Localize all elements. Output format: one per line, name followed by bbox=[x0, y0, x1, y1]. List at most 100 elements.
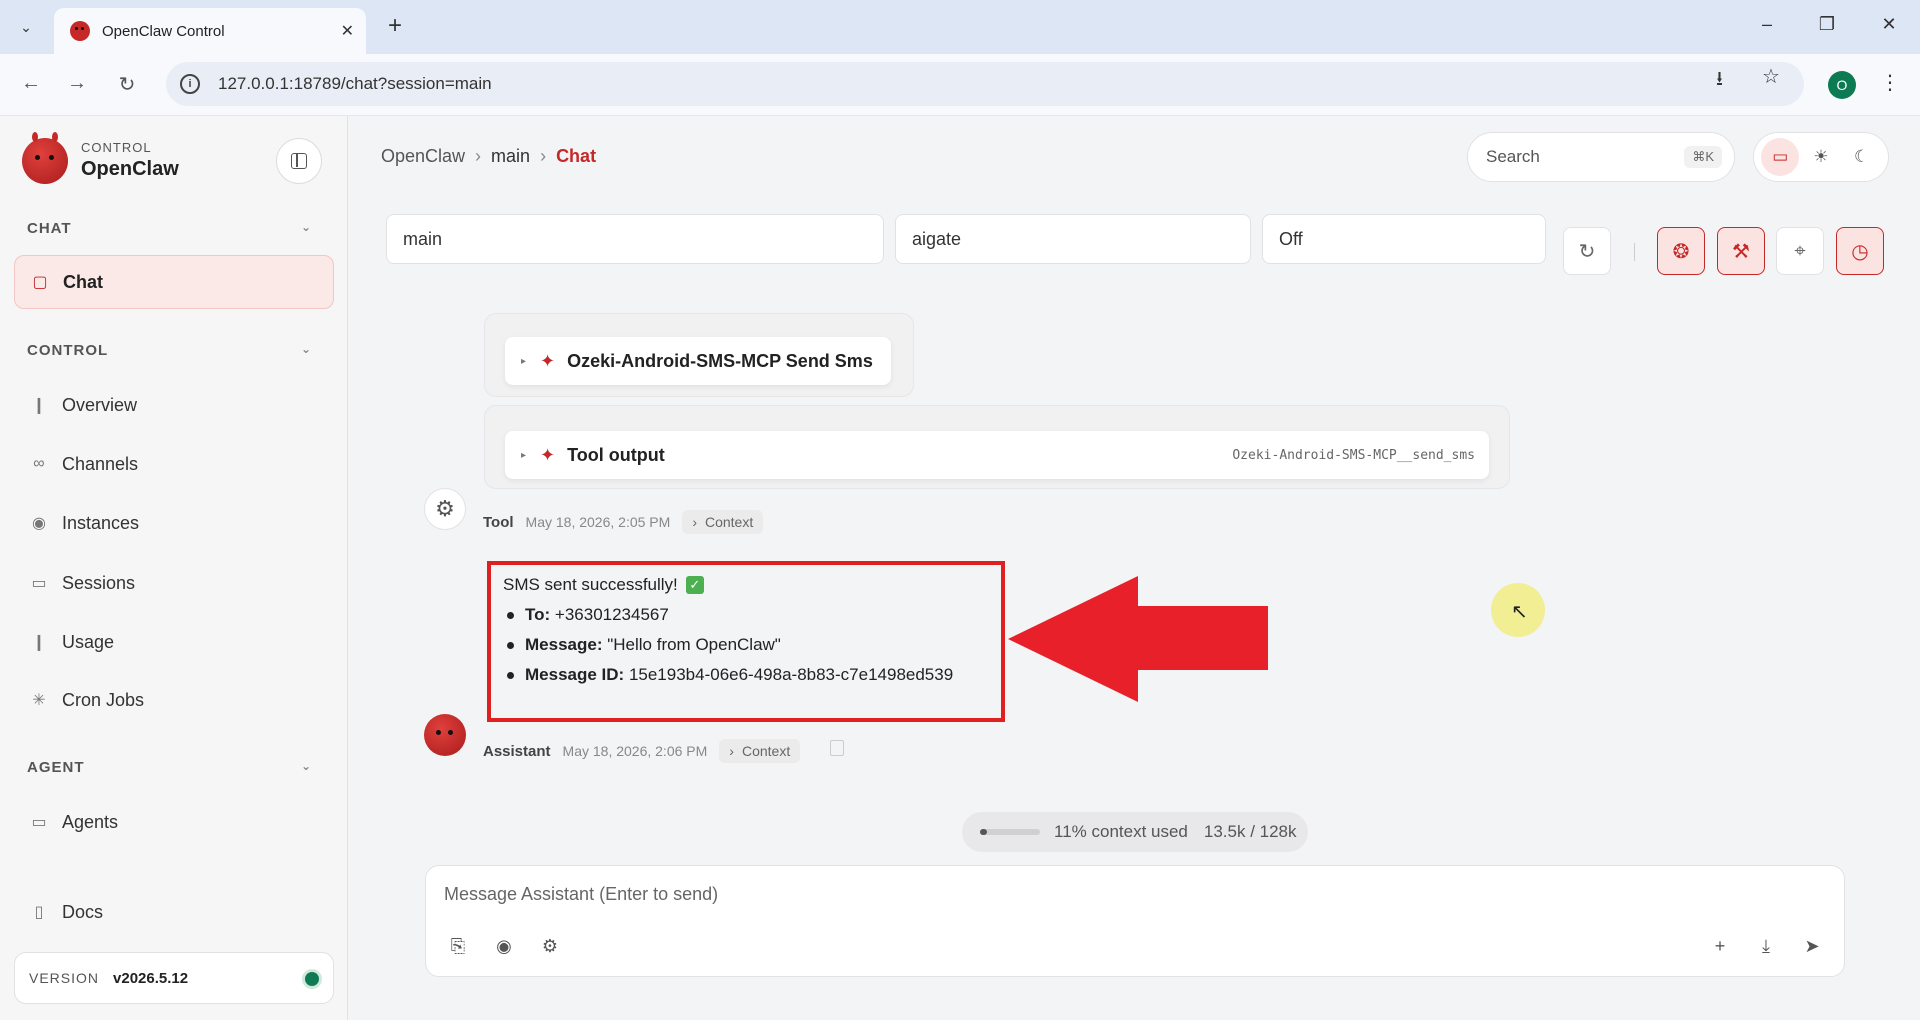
mouse-pointer-icon: ↖ bbox=[1511, 601, 1528, 623]
settings-gear-icon[interactable]: ⚙ bbox=[538, 936, 562, 957]
sidebar-item-chat[interactable]: ▢ Chat bbox=[14, 255, 334, 309]
message-composer[interactable]: Message Assistant (Enter to send) ⎘ ◉ ⚙ … bbox=[425, 865, 1845, 977]
thinking-select[interactable]: Off bbox=[1262, 214, 1546, 264]
tools-toggle-button[interactable]: ⚒ bbox=[1717, 227, 1765, 275]
sun-icon[interactable]: ☀ bbox=[1802, 138, 1840, 176]
chevron-down-icon: ⌄ bbox=[300, 759, 312, 773]
section-chat[interactable]: CHAT ⌄ bbox=[27, 220, 320, 237]
profile-avatar[interactable]: O bbox=[1828, 71, 1856, 99]
sidebar-item-overview[interactable]: ❙ Overview bbox=[14, 378, 334, 432]
breadcrumb: OpenClaw › main › Chat bbox=[381, 146, 597, 166]
loader-icon: ✳ bbox=[32, 692, 46, 709]
trash-icon[interactable] bbox=[830, 740, 844, 756]
sidebar-item-label: Sessions bbox=[62, 572, 136, 593]
version-label: VERSION bbox=[29, 970, 100, 986]
download-icon[interactable]: ⤓ bbox=[1754, 936, 1778, 957]
message-headline: SMS sent successfully! ✓ bbox=[503, 575, 1001, 595]
sidebar-item-label: Cron Jobs bbox=[62, 689, 145, 710]
tool-output-summary[interactable]: ▸ ✦ Tool output Ozeki-Android-SMS-MCP__s… bbox=[505, 431, 1489, 479]
focus-button[interactable]: ⌖ bbox=[1776, 227, 1824, 275]
sidebar-item-docs[interactable]: ▯ Docs bbox=[14, 885, 334, 939]
sidebar-item-label: Channels bbox=[62, 453, 139, 474]
url-text[interactable]: 127.0.0.1:18789/chat?session=main bbox=[218, 74, 492, 94]
section-control[interactable]: CONTROL ⌄ bbox=[27, 342, 320, 359]
assistant-sender: Assistant bbox=[483, 742, 551, 760]
back-arrow-icon[interactable]: ← bbox=[16, 72, 46, 95]
openclaw-favicon-icon bbox=[70, 21, 90, 41]
broadcast-icon[interactable]: ◉ bbox=[492, 936, 516, 957]
sidebar-item-label: Agents bbox=[62, 811, 119, 832]
minimize-icon[interactable]: – bbox=[1752, 14, 1782, 35]
wrench-icon: ⚒ bbox=[1732, 240, 1750, 263]
tab-close-icon[interactable]: ✕ bbox=[341, 21, 354, 41]
session-select[interactable]: main bbox=[386, 214, 884, 264]
bar-chart-icon: ❙ bbox=[32, 397, 46, 414]
sidebar-item-sessions[interactable]: ▭ Sessions bbox=[14, 556, 334, 610]
breadcrumb-root[interactable]: OpenClaw bbox=[381, 146, 465, 166]
tool-avatar: ⚙ bbox=[424, 488, 466, 530]
sidebar-item-cron-jobs[interactable]: ✳ Cron Jobs bbox=[14, 673, 334, 727]
folder-icon: ▭ bbox=[31, 814, 47, 831]
assistant-context-button[interactable]: Context bbox=[719, 739, 801, 763]
tool-call-summary[interactable]: ▸ ✦ Ozeki-Android-SMS-MCP Send Sms bbox=[505, 337, 891, 385]
moon-icon[interactable]: ☾ bbox=[1843, 138, 1881, 176]
openclaw-logo-icon bbox=[22, 132, 68, 184]
search-shortcut-badge: ⌘K bbox=[1684, 146, 1722, 168]
tool-output-title: Tool output bbox=[567, 444, 665, 465]
send-icon[interactable]: ➤ bbox=[1800, 936, 1824, 957]
puzzle-icon: ✦ bbox=[540, 444, 556, 465]
collapse-sidebar-button[interactable] bbox=[276, 138, 322, 184]
tool-timestamp: May 18, 2026, 2:05 PM bbox=[525, 514, 671, 530]
site-info-icon[interactable]: i bbox=[180, 74, 200, 94]
message-details-list: To: +36301234567 Message: "Hello from Op… bbox=[503, 605, 1001, 685]
puzzle-icon: ✦ bbox=[540, 350, 556, 371]
breadcrumb-session[interactable]: main bbox=[491, 146, 530, 166]
brand-name: OpenClaw bbox=[81, 158, 179, 180]
sidebar-item-channels[interactable]: ∞ Channels bbox=[14, 437, 334, 491]
history-toggle-button[interactable]: ◷ bbox=[1836, 227, 1884, 275]
brain-toggle-button[interactable]: ❂ bbox=[1657, 227, 1705, 275]
url-omnibox[interactable]: i 127.0.0.1:18789/chat?session=main bbox=[166, 62, 1804, 106]
window-close-icon[interactable]: ✕ bbox=[1874, 14, 1904, 35]
monitor-theme-icon[interactable]: ▭ bbox=[1761, 138, 1800, 176]
brain-icon: ❂ bbox=[1672, 240, 1690, 263]
section-agent[interactable]: AGENT ⌄ bbox=[27, 759, 320, 776]
tool-context-button[interactable]: Context bbox=[682, 510, 764, 534]
browser-address-bar: ← → ↻ i 127.0.0.1:18789/chat?session=mai… bbox=[0, 54, 1920, 116]
model-select[interactable]: aigate bbox=[895, 214, 1251, 264]
bookmark-star-icon[interactable]: ☆ bbox=[1762, 64, 1780, 89]
browser-tab[interactable]: OpenClaw Control ✕ bbox=[54, 8, 366, 54]
sidebar-item-agents[interactable]: ▭ Agents bbox=[14, 795, 334, 849]
refresh-button[interactable]: ↻ bbox=[1563, 227, 1611, 275]
sidebar-item-instances[interactable]: ◉ Instances bbox=[14, 496, 334, 550]
context-progress-fill bbox=[980, 829, 987, 835]
section-control-label: CONTROL bbox=[27, 342, 109, 359]
assistant-timestamp: May 18, 2026, 2:06 PM bbox=[562, 743, 708, 759]
toolbar-divider bbox=[1634, 243, 1635, 261]
install-app-icon[interactable]: ⭳ bbox=[1716, 64, 1723, 98]
tab-search-chevron-icon[interactable]: ⌄ bbox=[10, 11, 42, 43]
restore-icon[interactable]: ❐ bbox=[1812, 14, 1842, 35]
expand-caret-icon: ▸ bbox=[521, 449, 527, 461]
detail-label: To: bbox=[525, 605, 551, 624]
link-icon: ∞ bbox=[33, 455, 45, 472]
paperclip-icon[interactable]: ⎘ bbox=[446, 936, 470, 957]
sidebar-item-usage[interactable]: ❙ Usage bbox=[14, 615, 334, 669]
new-tab-plus-icon[interactable]: + bbox=[380, 12, 410, 42]
version-value: v2026.5.12 bbox=[113, 969, 189, 987]
plus-icon[interactable]: + bbox=[1708, 936, 1732, 957]
section-agent-label: AGENT bbox=[27, 759, 85, 776]
sidebar-item-label: Usage bbox=[62, 631, 115, 652]
sidebar-item-label: Docs bbox=[62, 901, 104, 922]
context-usage-count: 13.5k / 128k bbox=[1203, 822, 1297, 841]
sidebar-item-label: Overview bbox=[62, 394, 138, 415]
forward-arrow-icon[interactable]: → bbox=[62, 72, 92, 95]
browser-menu-icon[interactable]: ⋮ bbox=[1880, 70, 1900, 95]
tab-title: OpenClaw Control bbox=[102, 22, 225, 40]
broadcast-icon: ◉ bbox=[32, 515, 46, 532]
reload-icon[interactable]: ↻ bbox=[112, 72, 142, 97]
chevron-down-icon: ⌄ bbox=[300, 220, 312, 234]
theme-toggle-group: ▭ ☀ ☾ bbox=[1753, 132, 1889, 182]
search-input[interactable]: Search ⌘K bbox=[1467, 132, 1735, 182]
detail-value: +36301234567 bbox=[554, 605, 669, 624]
